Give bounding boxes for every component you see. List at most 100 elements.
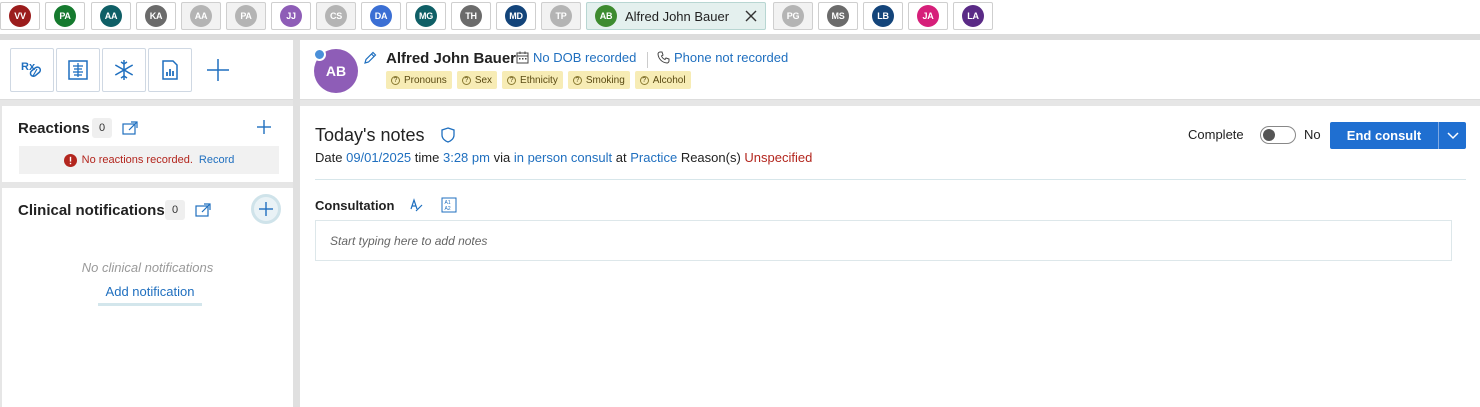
patient-tab[interactable]: TP [541,2,581,30]
end-consult-button[interactable]: End consult [1330,122,1438,149]
end-consult-dropdown[interactable] [1438,122,1466,149]
medical-record-icon [68,60,88,80]
spellcheck-icon[interactable] [408,197,424,213]
open-external-icon[interactable] [122,121,138,135]
patient-tab[interactable]: LA [953,2,993,30]
close-icon[interactable] [743,8,759,24]
clinical-notifications-panel: Clinical notifications 0 No clinical not… [2,188,293,407]
patient-tab-avatar: TH [460,5,482,27]
results-button[interactable] [148,48,192,92]
patient-tab-avatar: DA [370,5,392,27]
reactions-count-badge: 0 [92,118,112,138]
patient-tab-avatar: TP [550,5,572,27]
question-icon: ? [572,75,582,85]
consult-type[interactable]: in person consult [514,150,612,165]
error-icon [63,153,77,167]
add-notification-link[interactable]: Add notification [98,284,202,306]
patient-tab[interactable]: JJ [271,2,311,30]
patient-tag-label: Smoking [585,74,625,86]
patient-tab[interactable]: TH [451,2,491,30]
consult-date[interactable]: 09/01/2025 [346,150,411,165]
patient-tab-avatar: AA [190,5,212,27]
patient-tag[interactable]: ? Smoking [567,71,630,89]
patient-tab-avatar: PA [235,5,257,27]
patient-tab[interactable]: PA [45,2,85,30]
patient-tab-avatar: AA [100,5,122,27]
complete-state: No [1304,127,1321,142]
patient-tags: ? Pronouns? Sex? Ethnicity? Smoking? Alcohol [386,71,691,89]
patient-header: AB Alfred John Bauer No DOB recorded Pho… [300,40,1480,100]
consultation-label: Consultation [315,198,395,213]
consult-location[interactable]: Practice [630,150,677,165]
patient-tab[interactable]: MG [406,2,446,30]
dob-field[interactable]: No DOB recorded [516,50,636,65]
patient-tag[interactable]: ? Sex [456,71,498,89]
chart-report-icon [162,60,178,80]
patient-tag-label: Sex [474,74,493,86]
patient-tag-label: Alcohol [652,74,686,86]
question-icon: ? [507,75,517,85]
patient-name: Alfred John Bauer [386,50,517,67]
patient-tab[interactable]: AA [91,2,131,30]
patient-tab[interactable]: AA [181,2,221,30]
patient-tab-avatar: KA [145,5,167,27]
patient-tab[interactable]: PA [226,2,266,30]
patient-tab[interactable]: JA [908,2,948,30]
phone-icon [657,51,670,64]
reactions-alert: No reactions recorded. Record [19,146,279,174]
notifications-title: Clinical notifications [18,202,165,219]
phone-field[interactable]: Phone not recorded [657,50,788,65]
add-notification-button[interactable] [251,194,281,224]
add-tool-button[interactable] [200,50,236,90]
patient-tab[interactable]: DA [361,2,401,30]
header-separator [647,52,648,68]
svg-text:A2: A2 [445,206,451,212]
notes-area: Today's notes Date 09/01/2025 time 3:28 … [300,106,1480,407]
patient-tag[interactable]: ? Ethnicity [502,71,563,89]
prescription-button[interactable]: Rx [10,48,54,92]
patient-tab[interactable]: KA [136,2,176,30]
patient-tab[interactable]: CS [316,2,356,30]
complete-toggle[interactable] [1260,126,1296,144]
add-reaction-icon[interactable] [255,118,273,136]
question-icon: ? [461,75,471,85]
patient-tab-bar: VV PA AA KA AA PA JJ CS DA MG TH MD TP AB Alfred John … [0,0,1480,34]
calendar-icon [516,51,529,64]
notifications-empty-text: No clinical notifications [81,260,214,275]
patient-tab[interactable]: LB [863,2,903,30]
patient-tab[interactable]: MS [818,2,858,30]
reactions-title: Reactions [18,120,90,137]
abbreviations-icon[interactable]: A1 A2 [441,197,457,213]
patient-tab-name: Alfred John Bauer [625,8,730,24]
notes-title: Today's notes [315,125,425,145]
consultation-notes-input[interactable] [315,220,1452,261]
dob-text: No DOB recorded [533,50,637,65]
question-icon: ? [639,75,649,85]
patient-tag[interactable]: ? Pronouns [386,71,452,89]
tools-panel: Rx [0,40,293,100]
status-dot [313,48,326,61]
patient-tab-avatar: MS [827,5,849,27]
patient-tab[interactable]: MD [496,2,536,30]
at-label: at [615,150,627,165]
patient-tab[interactable]: AB Alfred John Bauer [586,2,766,30]
open-external-icon[interactable] [195,203,211,217]
patient-tab[interactable]: PG [773,2,813,30]
patient-tab-avatar: JA [917,5,939,27]
column-divider [293,40,300,407]
date-label: Date [315,150,343,165]
pencil-icon[interactable] [362,50,378,66]
shield-icon [441,127,455,143]
notifications-count-badge: 0 [165,200,185,220]
medical-record-button[interactable] [56,48,100,92]
consult-time[interactable]: 3:28 pm [443,150,490,165]
consult-reason[interactable]: Unspecified [744,150,812,165]
immunisation-button[interactable] [102,48,146,92]
patient-tag[interactable]: ? Alcohol [634,71,691,89]
patient-tab-avatar: MG [415,5,437,27]
patient-tab[interactable]: VV [0,2,40,30]
patient-tab-avatar: PG [782,5,804,27]
svg-text:Rx: Rx [21,61,36,73]
time-label: time [414,150,440,165]
record-reaction-link[interactable]: Record [199,154,234,166]
